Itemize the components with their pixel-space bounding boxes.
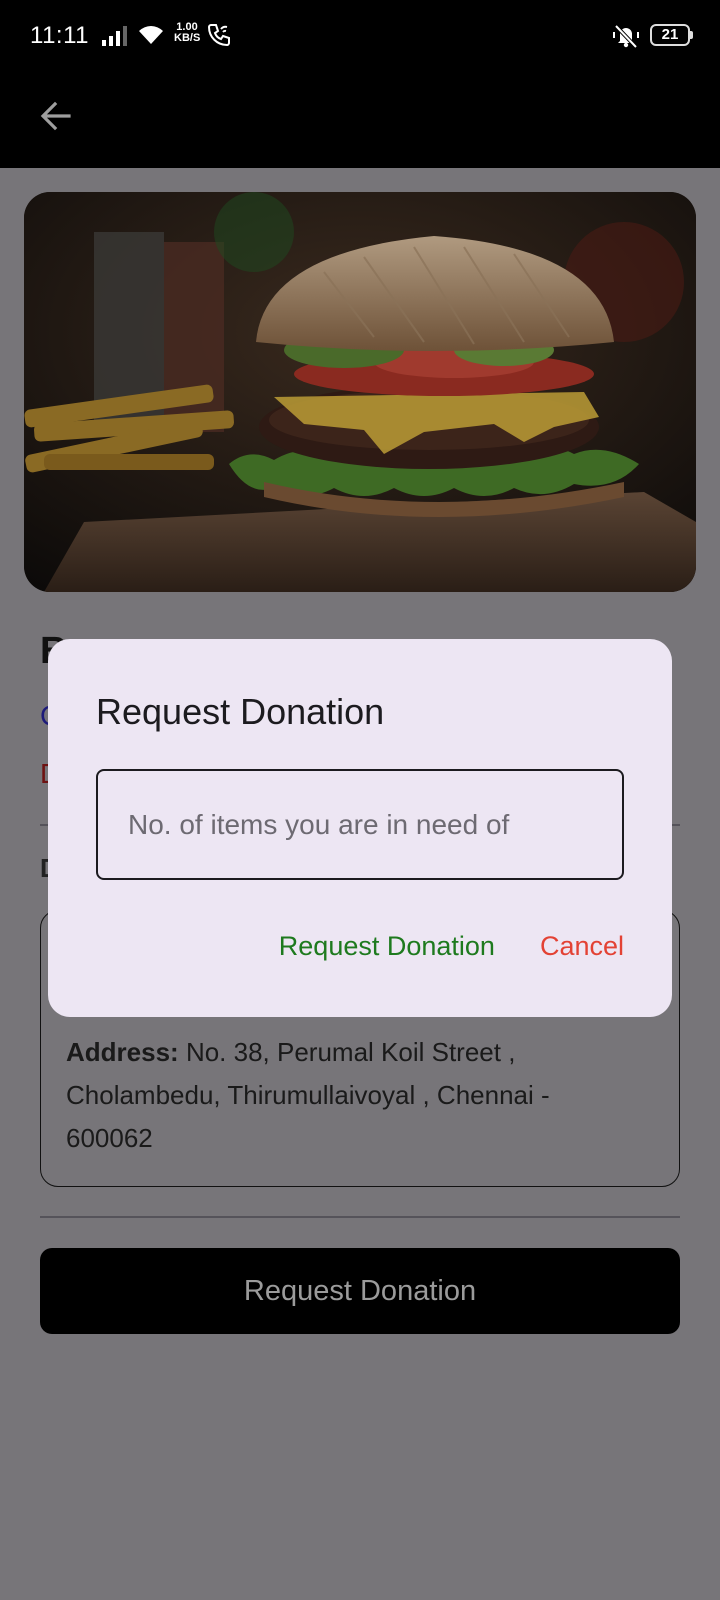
- battery-icon: 21: [650, 24, 690, 46]
- network-speed-unit: KB/S: [174, 32, 201, 44]
- app-bar: [0, 72, 720, 168]
- request-donation-button[interactable]: Request Donation: [40, 1248, 680, 1334]
- wifi-calling-icon: [207, 24, 230, 47]
- request-donation-dialog: Request Donation Request Donation Cancel: [48, 639, 672, 1017]
- wifi-icon: [139, 26, 163, 44]
- food-image: [24, 192, 696, 592]
- dialog-actions: Request Donation Cancel: [279, 931, 624, 962]
- network-speed: 1.00 KB/S: [174, 22, 200, 44]
- battery-tip: [690, 31, 693, 39]
- item-count-input[interactable]: [96, 769, 624, 880]
- confirm-request-button[interactable]: Request Donation: [279, 931, 495, 962]
- signal-icon: [102, 26, 127, 46]
- divider: [40, 1216, 680, 1218]
- status-time: 11:11: [30, 22, 89, 49]
- bell-off-icon: [613, 24, 639, 49]
- cancel-button[interactable]: Cancel: [540, 931, 624, 962]
- arrow-back-icon: [40, 101, 71, 131]
- address-label: Address:: [66, 1037, 179, 1067]
- dialog-title: Request Donation: [96, 691, 385, 732]
- back-button[interactable]: [30, 90, 82, 142]
- status-bar: 11:11 1.00 KB/S 21: [0, 0, 720, 72]
- battery-level: 21: [661, 26, 679, 43]
- address-text: Address: No. 38, Perumal Koil Street , C…: [66, 1031, 626, 1160]
